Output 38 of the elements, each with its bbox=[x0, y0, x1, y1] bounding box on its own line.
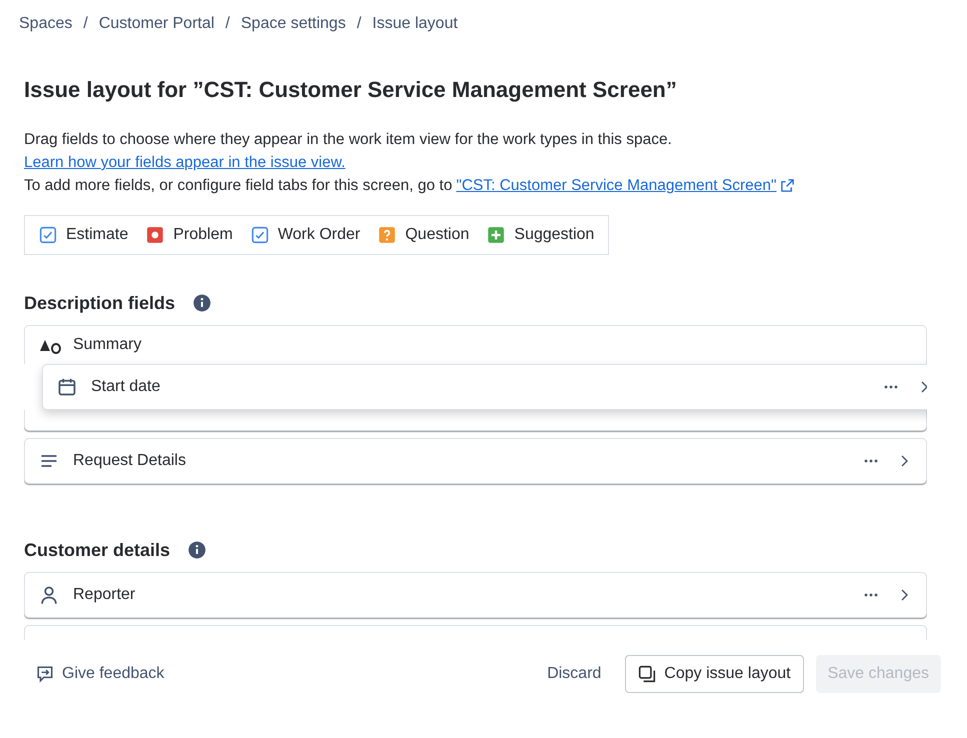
copy-icon bbox=[638, 665, 656, 683]
discard-button[interactable]: Discard bbox=[535, 655, 614, 693]
field-label: Summary bbox=[73, 336, 142, 354]
section-heading: Customer details bbox=[24, 540, 170, 560]
field-row[interactable]: Reporter bbox=[24, 572, 927, 618]
field-label: Reporter bbox=[73, 586, 136, 604]
page-title: Issue layout for ”CST: Customer Service Management Screen” bbox=[24, 76, 678, 104]
work-type-label: Estimate bbox=[66, 226, 128, 244]
dragged-field-card[interactable]: Start date bbox=[42, 364, 927, 410]
work-type-label: Work Order bbox=[278, 226, 360, 244]
external-link-icon[interactable] bbox=[780, 178, 796, 193]
breadcrumb-separator: / bbox=[83, 15, 88, 33]
work-type-label: Question bbox=[405, 226, 470, 244]
field-label: Request Details bbox=[73, 452, 186, 470]
person-icon bbox=[39, 585, 59, 605]
breadcrumb-separator: / bbox=[225, 15, 230, 33]
description-text: Drag fields to choose where they appear in the work item view for the work types in this space. bbox=[24, 130, 673, 150]
breadcrumb-link[interactable]: Customer Portal bbox=[98, 15, 214, 33]
breadcrumb-link[interactable]: Spaces bbox=[19, 15, 72, 33]
calendar-icon bbox=[57, 377, 77, 397]
breadcrumb-link[interactable]: Space settings bbox=[240, 15, 346, 33]
feedback-button[interactable]: Give feedback bbox=[24, 655, 176, 693]
field-row[interactable]: Request Details bbox=[24, 438, 927, 484]
field-label: Start date bbox=[91, 378, 160, 396]
copy-layout-button[interactable]: Copy issue layout bbox=[625, 655, 804, 693]
instruction-text: To add more fields, or configure field tabs for this screen, go to bbox=[24, 176, 452, 196]
screen-link[interactable]: "CST: Customer Service Management Screen" bbox=[456, 174, 776, 197]
info-icon[interactable] bbox=[193, 294, 212, 312]
field-row[interactable]: Summary bbox=[24, 325, 927, 364]
section-heading: Description fields bbox=[24, 292, 176, 314]
field-row[interactable] bbox=[24, 410, 927, 431]
feedback-icon bbox=[36, 665, 54, 683]
breadcrumb-separator: / bbox=[356, 15, 362, 33]
learn-more-link[interactable]: Learn how your fields appear in the issue view. bbox=[24, 151, 346, 174]
work-type-label: Suggestion bbox=[514, 226, 594, 244]
info-icon[interactable] bbox=[188, 541, 206, 559]
breadcrumb-link[interactable]: Issue layout bbox=[372, 15, 458, 33]
work-type-label: Problem bbox=[173, 226, 233, 244]
